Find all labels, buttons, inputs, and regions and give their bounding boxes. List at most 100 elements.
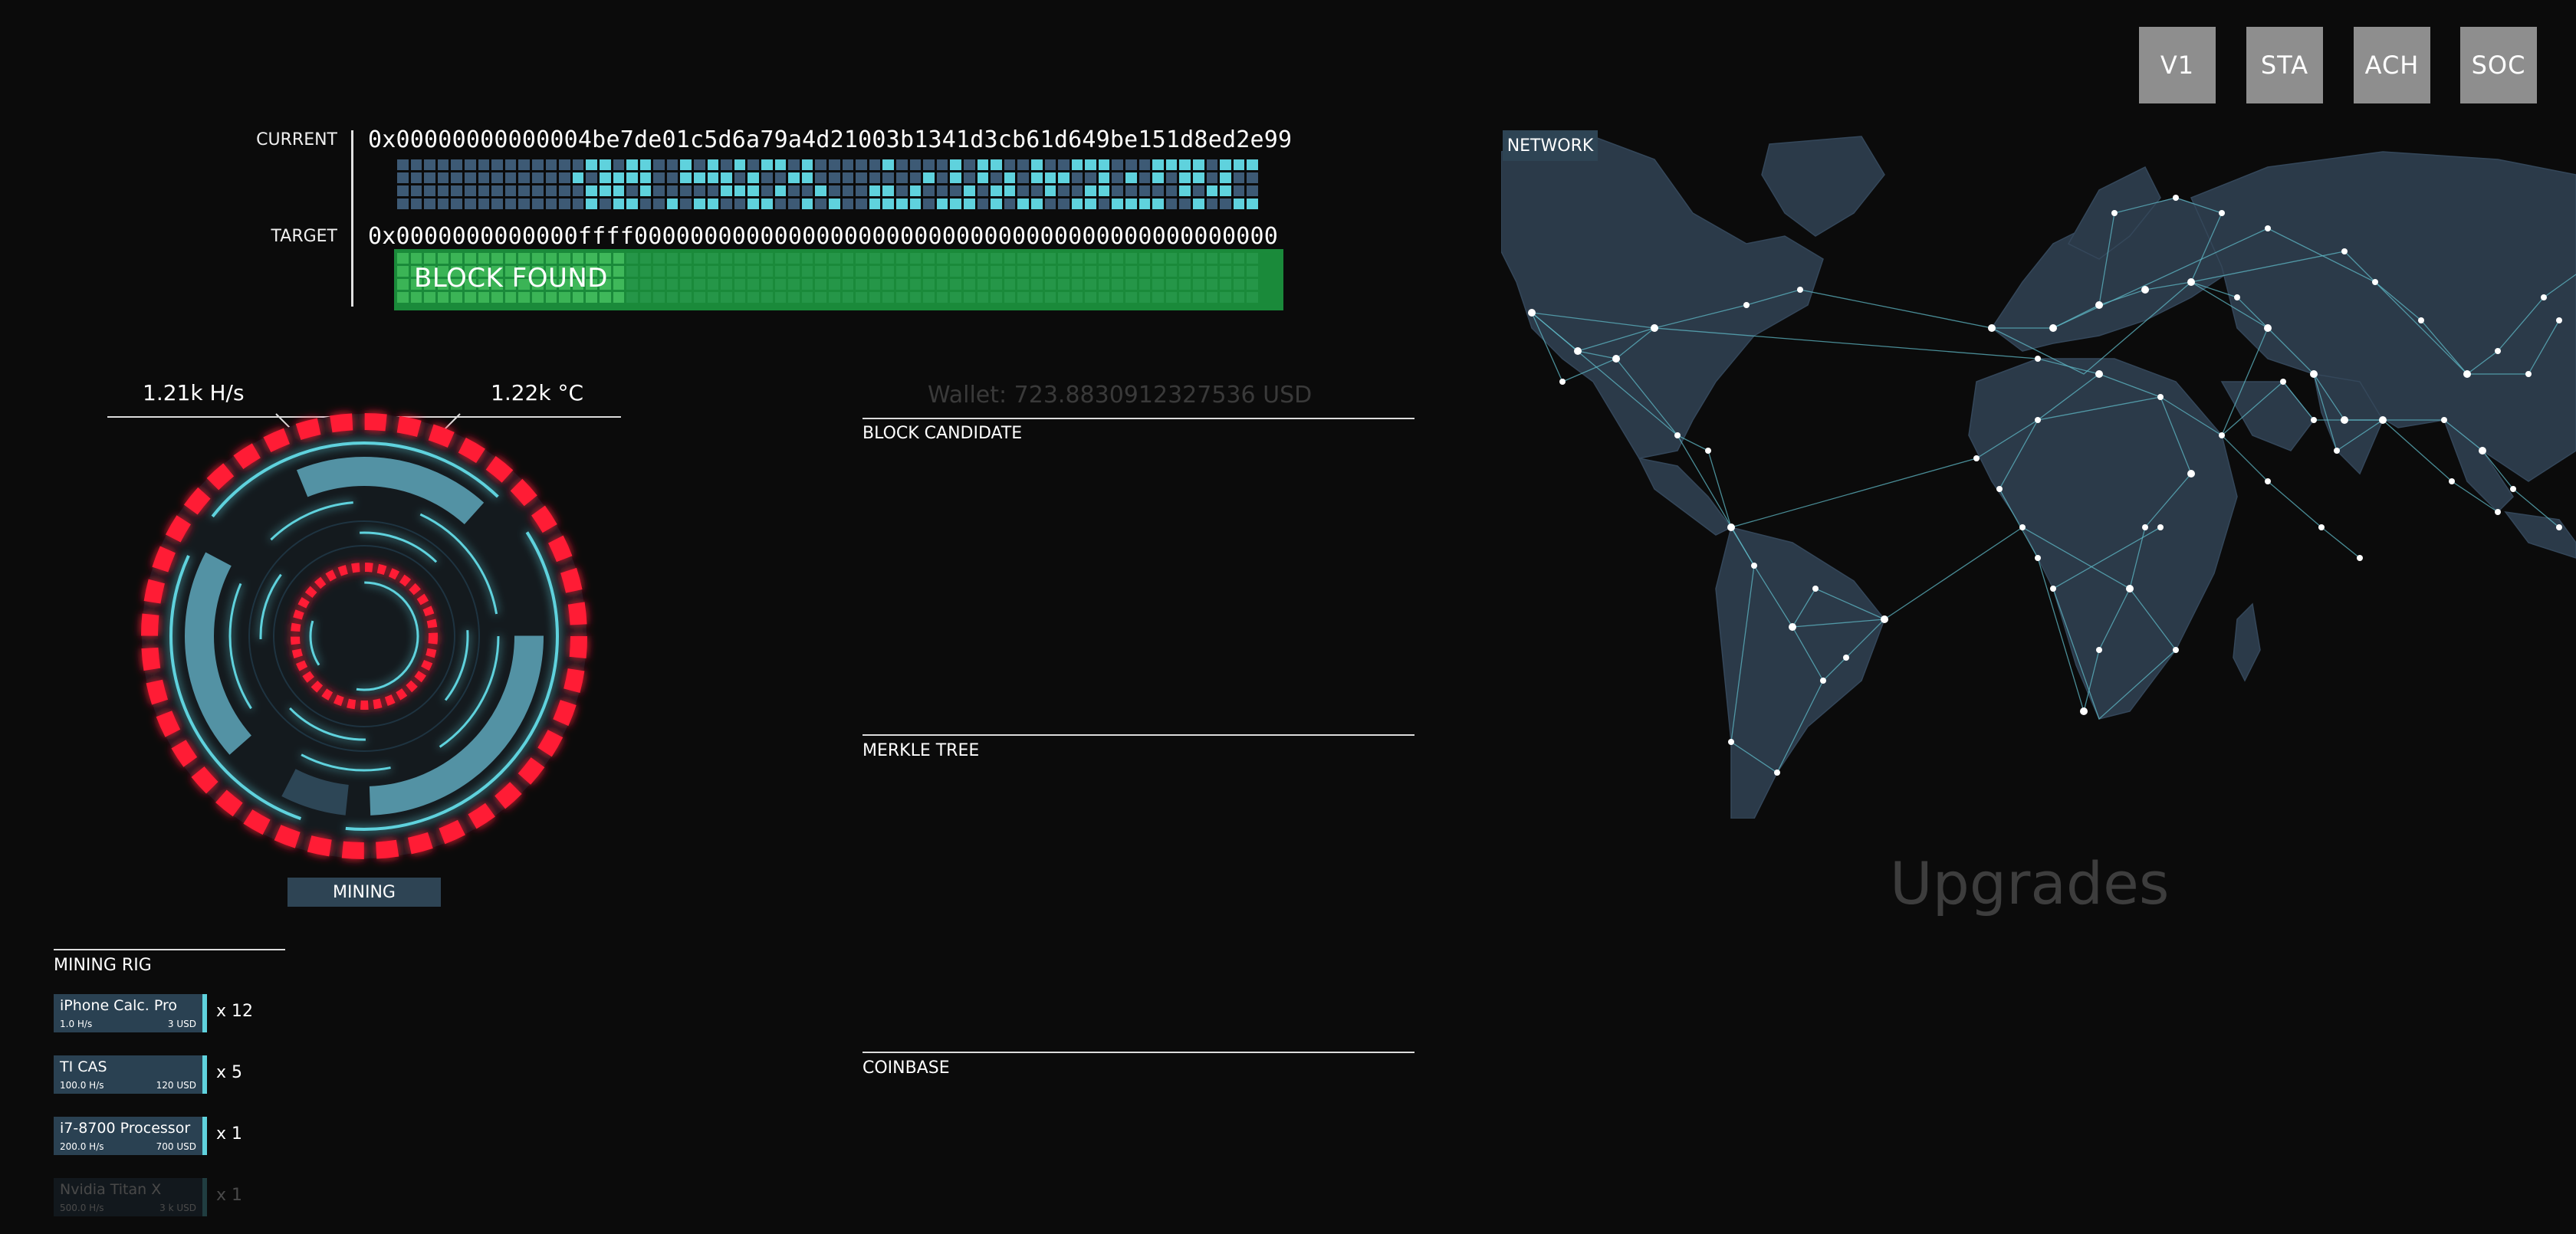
- target-bit-cell: [1044, 292, 1056, 303]
- target-bit-cell: [1247, 253, 1258, 264]
- hash-bit-cell: [518, 185, 530, 196]
- hash-bit-cell: [991, 172, 1002, 183]
- hash-bit-cell: [1085, 185, 1096, 196]
- target-bit-cell: [1058, 266, 1070, 277]
- target-bit-cell: [572, 253, 584, 264]
- hash-bit-cell: [1247, 159, 1258, 170]
- hash-bit-cell: [1193, 185, 1204, 196]
- rig-rate: 200.0 H/s: [60, 1141, 104, 1152]
- hash-bit-cell: [909, 159, 922, 170]
- hash-bit-cell: [788, 159, 800, 170]
- target-bit-cell: [1098, 279, 1110, 290]
- hash-bit-cell: [909, 199, 922, 209]
- target-bit-cell: [1247, 292, 1258, 303]
- hash-bit-cell: [613, 199, 625, 209]
- target-bit-cell: [1125, 279, 1137, 290]
- target-bit-cell: [613, 292, 625, 303]
- nav-ach-button[interactable]: ACH: [2354, 27, 2430, 103]
- hash-bit-cell: [1152, 185, 1164, 196]
- hash-bit-cell: [963, 185, 975, 196]
- hash-bit-cell: [626, 199, 638, 209]
- target-bit-cell: [774, 253, 787, 264]
- target-bit-cell: [1152, 279, 1164, 290]
- hash-bit-cell: [721, 199, 732, 209]
- hash-bit-cell: [694, 199, 705, 209]
- target-bit-cell: [1233, 253, 1245, 264]
- hash-bit-cell: [451, 172, 462, 183]
- target-bit-cell: [1004, 253, 1016, 264]
- target-bit-cell: [748, 279, 760, 290]
- hash-bit-cell: [639, 185, 652, 196]
- target-bit-cell: [950, 292, 961, 303]
- target-bit-cell: [1004, 279, 1016, 290]
- world-map: [1501, 136, 2576, 819]
- rig-iphone-calc[interactable]: iPhone Calc. Pro 1.0 H/s 3 USD: [54, 994, 207, 1032]
- target-bit-cell: [936, 253, 948, 264]
- hash-bit-cell: [545, 199, 557, 209]
- hash-bit-cell: [613, 159, 625, 170]
- nav-v1-button[interactable]: V1: [2139, 27, 2216, 103]
- hash-bit-cell: [1179, 185, 1191, 196]
- nav-soc-button[interactable]: SOC: [2460, 27, 2537, 103]
- target-bit-cell: [761, 266, 773, 277]
- hash-bit-cell: [478, 199, 490, 209]
- hash-bit-cell: [1071, 185, 1083, 196]
- target-bit-cell: [653, 253, 665, 264]
- target-bit-cell: [518, 253, 530, 264]
- hash-bit-cell: [1030, 172, 1043, 183]
- target-bit-cell: [1138, 279, 1151, 290]
- hash-bit-cell: [464, 159, 476, 170]
- rig-ti-cas[interactable]: TI CAS 100.0 H/s 120 USD: [54, 1055, 207, 1094]
- hash-bit-cell: [1220, 185, 1231, 196]
- hash-bit-cell: [936, 172, 948, 183]
- hash-bit-cell: [491, 159, 503, 170]
- rig-nvidia-titan[interactable]: Nvidia Titan X 500.0 H/s 3 k USD: [54, 1178, 207, 1216]
- nav-sta-button[interactable]: STA: [2246, 27, 2323, 103]
- target-bit-cell: [923, 292, 935, 303]
- hash-bit-cell: [1233, 185, 1245, 196]
- hash-bit-cell: [842, 199, 854, 209]
- hash-bit-cell: [923, 199, 935, 209]
- target-bit-cell: [397, 279, 409, 290]
- target-bit-cell: [531, 292, 544, 303]
- target-bit-cell: [1044, 253, 1056, 264]
- hash-bit-cell: [1071, 172, 1083, 183]
- target-bit-cell: [895, 279, 908, 290]
- hash-bit-cell: [397, 172, 409, 183]
- target-bit-cell: [694, 292, 705, 303]
- hash-bit-cell: [829, 159, 840, 170]
- rig-i7-processor[interactable]: i7-8700 Processor 200.0 H/s 700 USD: [54, 1117, 207, 1155]
- hash-bit-cell: [856, 185, 867, 196]
- hash-bit-cell: [1193, 159, 1204, 170]
- hash-bit-cell: [1098, 172, 1110, 183]
- rig-rate: 1.0 H/s: [60, 1019, 93, 1029]
- target-bit-cell: [1030, 292, 1043, 303]
- hash-bit-cell: [464, 185, 476, 196]
- target-bit-cell: [559, 292, 570, 303]
- target-bit-cell: [923, 266, 935, 277]
- target-bit-cell: [748, 292, 760, 303]
- hash-bit-cell: [707, 172, 719, 183]
- hash-bit-cell: [666, 185, 678, 196]
- hash-bit-cell: [626, 185, 638, 196]
- target-bit-cell: [788, 266, 800, 277]
- target-bit-cell: [991, 279, 1002, 290]
- target-bit-cell: [707, 266, 719, 277]
- target-bit-cell: [639, 266, 652, 277]
- target-bit-cell: [680, 253, 692, 264]
- hash-bit-cell: [991, 199, 1002, 209]
- rig-price: 3 k USD: [159, 1203, 196, 1213]
- target-bit-cell: [774, 279, 787, 290]
- coinbase-title: COINBASE: [863, 1058, 950, 1078]
- target-bit-cell: [1152, 292, 1164, 303]
- hash-bit-cell: [815, 172, 826, 183]
- target-bit-cell: [397, 253, 409, 264]
- target-bit-cell: [1138, 292, 1151, 303]
- mining-mode-button[interactable]: MINING: [288, 878, 441, 907]
- hash-bit-cell: [963, 172, 975, 183]
- target-bit-cell: [977, 266, 989, 277]
- hash-bit-cell: [761, 172, 773, 183]
- hash-bit-cell: [829, 172, 840, 183]
- hash-bit-cell: [437, 172, 449, 183]
- hash-bit-cell: [1098, 185, 1110, 196]
